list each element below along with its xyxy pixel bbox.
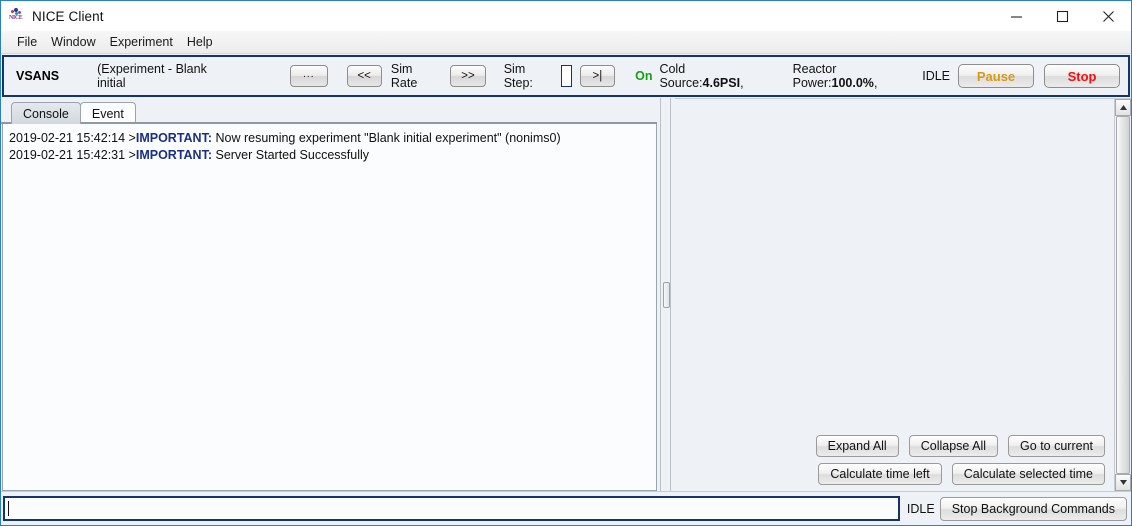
log-message: Now resuming experiment "Blank initial e… <box>215 131 561 145</box>
close-icon[interactable] <box>1085 1 1131 31</box>
console-tabstrip: Console Event <box>1 98 657 124</box>
experiment-name-label: (Experiment - Blank initial <box>97 62 207 90</box>
cold-source-separator: , <box>740 76 744 90</box>
tree-action-row-2: Calculate time left Calculate selected t… <box>818 463 1105 485</box>
stop-background-commands-button[interactable]: Stop Background Commands <box>939 496 1127 521</box>
command-input[interactable] <box>3 496 900 521</box>
text-caret <box>8 501 9 516</box>
window-controls <box>993 1 1131 31</box>
reactor-power-value: 100.0% <box>831 76 874 90</box>
reactor-power-reading: Reactor Power:100.0%, <box>793 62 923 90</box>
calculate-time-left-button[interactable]: Calculate time left <box>818 463 942 485</box>
splitter-grip[interactable] <box>662 281 670 308</box>
minimize-icon[interactable] <box>993 1 1039 31</box>
cold-source-label: Cold Source: <box>659 62 703 90</box>
command-bar: IDLE Stop Background Commands <box>1 491 1131 525</box>
sim-step-advance-button[interactable]: >| <box>579 65 616 87</box>
experiment-tree-view[interactable]: Expand All Collapse All Go to current Ca… <box>675 99 1114 491</box>
menu-item-window[interactable]: Window <box>44 33 102 51</box>
cold-source-reading: Cold Source:4.6PSI, <box>659 62 770 90</box>
console-output[interactable]: 2019-02-21 15:42:14 >IMPORTANT: Now resu… <box>2 124 657 491</box>
title-bar: NICE NICE Client <box>1 1 1131 31</box>
menu-item-help[interactable]: Help <box>180 33 220 51</box>
collapse-all-button[interactable]: Collapse All <box>908 435 999 457</box>
main-content: Console Event 2019-02-21 15:42:14 >IMPOR… <box>1 98 1131 491</box>
nice-logo-icon: NICE <box>9 8 25 24</box>
log-message: Server Started Successfully <box>215 148 370 162</box>
tabstrip-underline <box>1 122 657 124</box>
scroll-down-arrow-icon[interactable] <box>1115 474 1131 491</box>
tree-vertical-scrollbar[interactable] <box>1114 99 1131 491</box>
list-item: 2019-02-21 15:42:31 >IMPORTANT: Server S… <box>9 147 652 164</box>
command-status-label: IDLE <box>906 501 935 516</box>
log-timestamp: 2019-02-21 15:42:14 > <box>9 131 136 145</box>
toolbar-container: VSANS (Experiment - Blank initial ... <<… <box>1 54 1131 98</box>
menu-bar: File Window Experiment Help <box>1 31 1131 54</box>
sim-rate-decrease-button[interactable]: << <box>346 65 382 87</box>
list-item: 2019-02-21 15:42:14 >IMPORTANT: Now resu… <box>9 130 652 147</box>
reactor-power-separator: , <box>873 76 878 90</box>
menu-item-experiment[interactable]: Experiment <box>103 33 180 51</box>
sim-step-label: Sim Step: <box>503 62 533 90</box>
sim-rate-increase-button[interactable]: >> <box>450 65 486 87</box>
tab-console[interactable]: Console <box>11 102 81 124</box>
scrollbar-track[interactable] <box>1115 116 1131 474</box>
sim-rate-label: Sim Rate <box>390 62 418 90</box>
experiment-tree-panel: Expand All Collapse All Go to current Ca… <box>675 98 1131 491</box>
maximize-icon[interactable] <box>1039 1 1085 31</box>
calculate-selected-time-button[interactable]: Calculate selected time <box>951 463 1105 485</box>
tree-action-row-1: Expand All Collapse All Go to current <box>815 435 1105 457</box>
log-level: IMPORTANT: <box>135 148 212 162</box>
cold-source-state: On <box>635 69 653 83</box>
sim-step-input[interactable] <box>560 65 572 87</box>
experiment-toolbar: VSANS (Experiment - Blank initial ... <<… <box>2 55 1130 97</box>
toolbar-status-label: IDLE <box>922 69 951 83</box>
reactor-power-label: Reactor Power: <box>792 62 837 90</box>
application-window: NICE NICE Client File Window Experiment … <box>0 0 1132 526</box>
go-to-current-button[interactable]: Go to current <box>1008 435 1105 457</box>
tree-action-buttons: Expand All Collapse All Go to current Ca… <box>815 435 1105 485</box>
menu-item-file[interactable]: File <box>10 33 44 51</box>
cold-source-value: 4.6PSI <box>702 76 741 90</box>
log-timestamp: 2019-02-21 15:42:31 > <box>9 148 136 162</box>
scrollbar-thumb[interactable] <box>1116 116 1130 474</box>
log-level: IMPORTANT: <box>135 131 212 145</box>
panel-splitter[interactable] <box>657 98 675 491</box>
scroll-up-arrow-icon[interactable] <box>1115 99 1131 116</box>
pause-button[interactable]: Pause <box>958 64 1035 88</box>
browse-experiment-button[interactable]: ... <box>290 65 328 87</box>
tree-panel-inner: Expand All Collapse All Go to current Ca… <box>675 99 1131 491</box>
instrument-name: VSANS <box>16 69 60 83</box>
console-panel: Console Event 2019-02-21 15:42:14 >IMPOR… <box>1 98 657 491</box>
tab-event[interactable]: Event <box>79 102 136 124</box>
stop-button[interactable]: Stop <box>1044 64 1121 88</box>
window-title: NICE Client <box>32 8 104 24</box>
expand-all-button[interactable]: Expand All <box>815 435 899 457</box>
